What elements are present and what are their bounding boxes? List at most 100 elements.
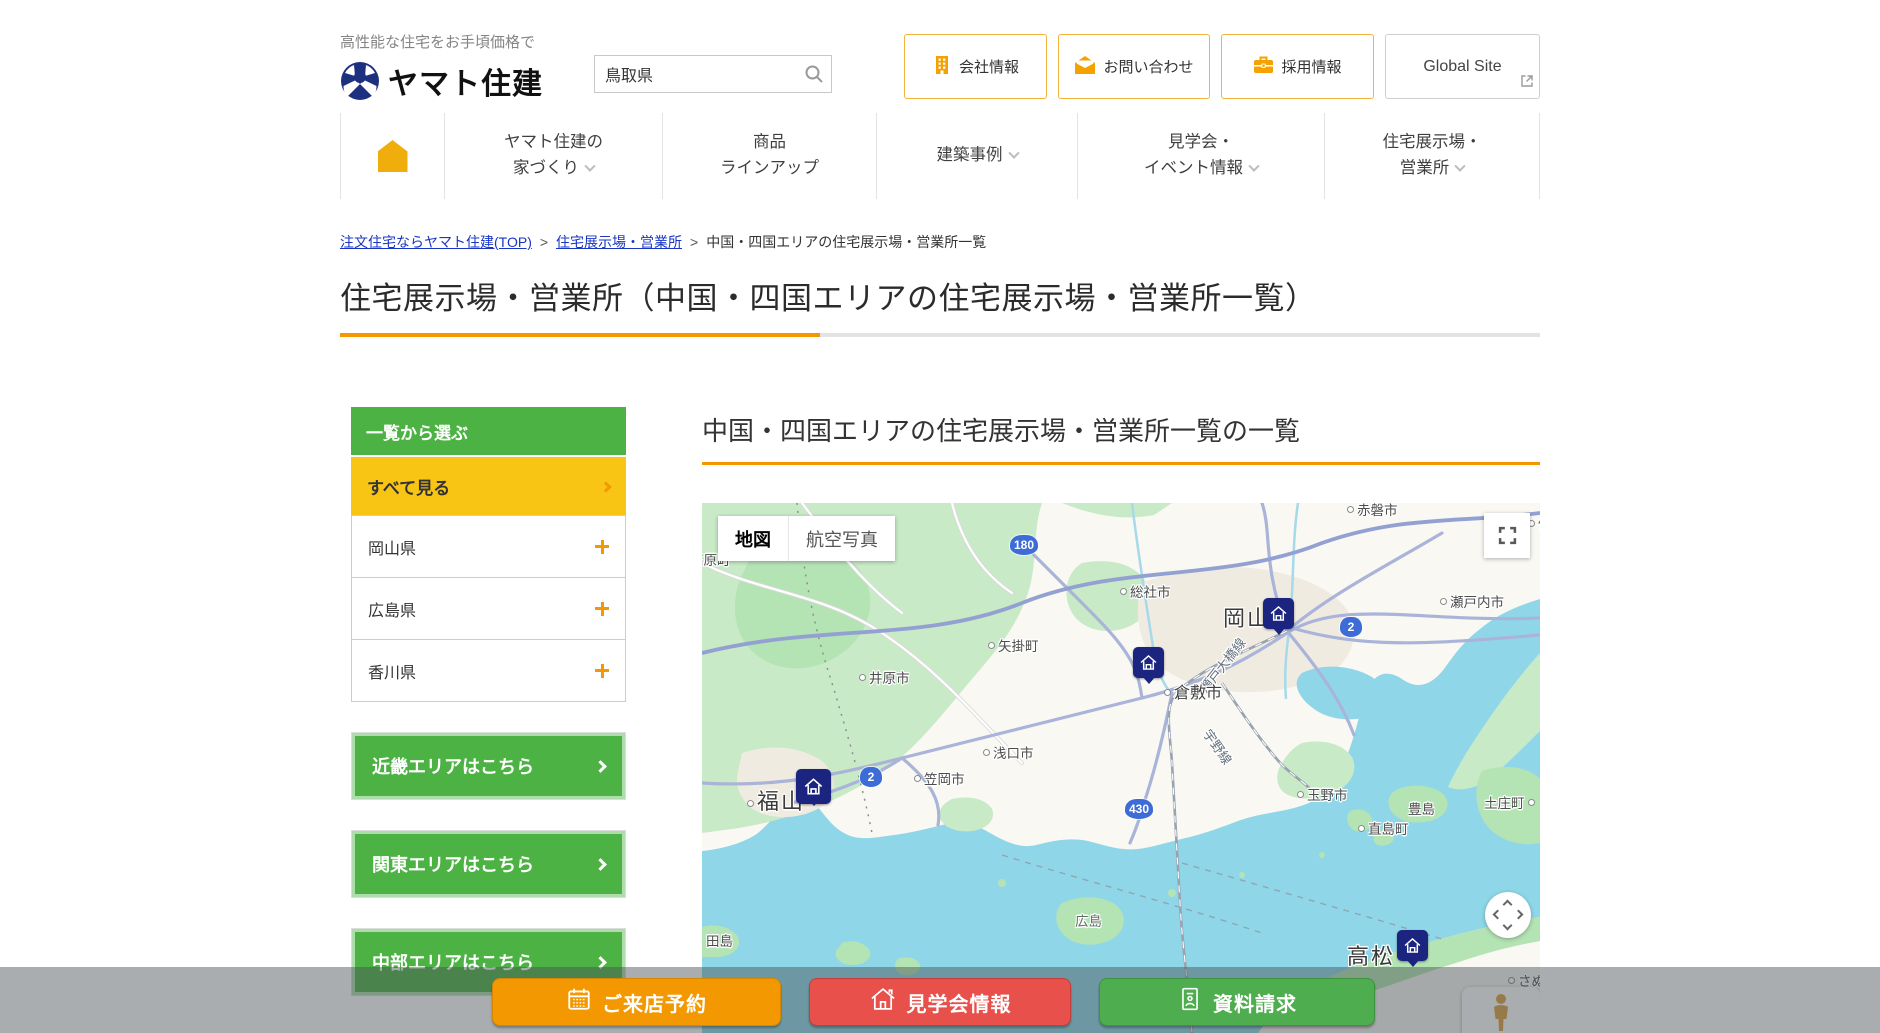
contact-button[interactable]: お問い合わせ	[1058, 34, 1210, 99]
brand-tagline: 高性能な住宅をお手頃価格で	[340, 31, 594, 52]
search-icon[interactable]	[803, 63, 825, 90]
logo-text: ヤマト住建	[388, 59, 543, 103]
pan-control[interactable]	[1485, 892, 1531, 938]
route-shield: 430	[1125, 799, 1153, 819]
prefecture-label: 岡山県	[368, 535, 416, 559]
mail-icon	[1074, 55, 1096, 79]
company-info-button[interactable]: 会社情報	[904, 34, 1047, 99]
route-shield: 2	[1340, 617, 1362, 637]
chevron-down-icon	[1008, 148, 1019, 159]
sidebar-item-kagawa[interactable]: 香川県	[351, 639, 626, 702]
map-label-kurashiki: 倉敷市	[1164, 679, 1222, 703]
area-link-label: 関東エリアはこちら	[372, 851, 534, 877]
fullscreen-button[interactable]	[1484, 513, 1530, 558]
plus-icon	[595, 540, 609, 554]
sidebar-item-okayama[interactable]: 岡山県	[351, 515, 626, 578]
section-heading: 中国・四国エリアの住宅展示場・営業所一覧の一覧	[702, 411, 1540, 465]
nav-tenjijo[interactable]: 住宅展示場・ 営業所	[1324, 113, 1540, 199]
pan-left-icon	[1493, 910, 1503, 920]
sidebar-header: 一覧から選ぶ	[351, 407, 626, 455]
map-label: 笠岡市	[914, 768, 965, 788]
nav-jirei[interactable]: 建築事例	[876, 113, 1077, 199]
breadcrumb-separator: >	[690, 234, 698, 250]
chevron-down-icon	[584, 161, 595, 172]
briefcase-icon	[1253, 55, 1274, 78]
title-underline	[340, 333, 1540, 337]
route-shield: 180	[1010, 535, 1038, 555]
area-link-kinki[interactable]: 近畿エリアはこちら	[351, 732, 626, 800]
area-link-label: 近畿エリアはこちら	[372, 753, 534, 779]
map-type-satellite-button[interactable]: 航空写真	[788, 516, 895, 561]
pan-down-icon	[1503, 921, 1513, 931]
chevron-right-icon	[594, 760, 607, 773]
breadcrumb-tenjijo-link[interactable]: 住宅展示場・営業所	[556, 234, 682, 250]
prefecture-label: 広島県	[368, 597, 416, 621]
building-icon	[932, 55, 952, 79]
map-marker-takamatsu[interactable]	[1397, 930, 1428, 961]
event-info-button[interactable]: 見学会情報	[809, 978, 1071, 1026]
nav-jirei-label: 建築事例	[937, 146, 1003, 164]
search-input[interactable]	[594, 55, 832, 93]
breadcrumb-current: 中国・四国エリアの住宅展示場・営業所一覧	[706, 234, 986, 250]
map-label: 土庄町	[1484, 792, 1535, 812]
global-site-button[interactable]: Global Site	[1385, 34, 1540, 99]
contact-label: お問い合わせ	[1103, 56, 1193, 77]
nav-lineup[interactable]: 商品 ラインアップ	[662, 113, 876, 199]
map-label: 赤磐市	[1347, 503, 1398, 519]
nav-lineup-label: 商品 ラインアップ	[720, 133, 819, 177]
search-box	[594, 55, 832, 93]
main-content: 中国・四国エリアの住宅展示場・営業所一覧の一覧	[702, 407, 1540, 1033]
event-info-label: 見学会情報	[907, 988, 1012, 1017]
document-request-button[interactable]: 資料請求	[1099, 978, 1375, 1026]
map-label: 田島	[706, 930, 733, 950]
map-type-map-button[interactable]: 地図	[718, 516, 788, 561]
nav-home[interactable]	[340, 113, 444, 199]
sidebar-view-all[interactable]: すべて見る	[351, 457, 626, 516]
visit-reservation-label: ご来店予約	[602, 988, 707, 1017]
map-label: 浅口市	[983, 742, 1034, 762]
content: 一覧から選ぶ すべて見る 岡山県 広島県 香川県 近畿エリアはこちら 関東エリア…	[340, 407, 1540, 1033]
recruit-button[interactable]: 採用情報	[1221, 34, 1374, 99]
breadcrumb-top-link[interactable]: 注文住宅ならヤマト住建(TOP)	[340, 234, 532, 250]
header-buttons: 会社情報 お問い合わせ 採用情報	[904, 34, 1540, 99]
yamato-logo-icon	[340, 61, 380, 101]
brand[interactable]: 高性能な住宅をお手頃価格で ヤマト住建	[340, 31, 594, 103]
chevron-right-icon	[600, 481, 611, 492]
visit-reservation-button[interactable]: ご来店予約	[492, 978, 781, 1026]
chevron-right-icon	[594, 858, 607, 871]
company-info-label: 会社情報	[959, 56, 1019, 77]
global-site-label: Global Site	[1423, 58, 1501, 76]
nav-event[interactable]: 見学会・ イベント情報	[1077, 113, 1324, 199]
page-title: 住宅展示場・営業所（中国・四国エリアの住宅展示場・営業所一覧）	[340, 273, 1540, 318]
map-label: 矢掛町	[988, 635, 1039, 655]
nav-iezukuri[interactable]: ヤマト住建の 家づくり	[444, 113, 662, 199]
plus-icon	[595, 664, 609, 678]
document-request-label: 資料請求	[1213, 988, 1297, 1017]
view-all-label: すべて見る	[367, 474, 450, 499]
main-nav: ヤマト住建の 家づくり 商品 ラインアップ 建築事例 見学会・ イベント情報 住…	[340, 113, 1540, 199]
map-label: 直島町	[1358, 818, 1409, 838]
area-link-kanto[interactable]: 関東エリアはこちら	[351, 830, 626, 898]
chevron-down-icon	[1455, 161, 1466, 172]
bottom-action-bar: ご来店予約 見学会情報 資料請求	[0, 967, 1880, 1033]
house-icon	[869, 985, 897, 1019]
map-label: 瀬戸内市	[1440, 591, 1504, 611]
map-label: 豊島	[1408, 798, 1435, 818]
map-marker-kurashiki[interactable]	[1133, 647, 1164, 678]
map-marker-okayama[interactable]	[1263, 598, 1294, 629]
sidebar-item-hiroshima[interactable]: 広島県	[351, 577, 626, 640]
map-label: 総社市	[1120, 581, 1171, 601]
map-type-control: 地図 航空写真	[718, 516, 895, 561]
breadcrumb: 注文住宅ならヤマト住建(TOP)>住宅展示場・営業所>中国・四国エリアの住宅展示…	[340, 232, 1540, 252]
map-marker-fukuyama[interactable]	[796, 769, 831, 804]
prefecture-label: 香川県	[368, 659, 416, 683]
nav-event-label: 見学会・ イベント情報	[1144, 133, 1243, 177]
pan-up-icon	[1503, 900, 1513, 910]
google-map[interactable]: 赤磐市 備 高原町 総社市 瀬戸内市 岡山市 矢掛町 井原市 倉敷市 浅口市 笠…	[702, 503, 1540, 1033]
external-link-icon	[1521, 74, 1533, 92]
map-label: 広島	[1075, 910, 1102, 930]
route-shield: 2	[860, 767, 882, 787]
nav-tenjijo-label: 住宅展示場・ 営業所	[1383, 133, 1482, 177]
header: 高性能な住宅をお手頃価格で ヤマト住建	[340, 0, 1540, 113]
plus-icon	[595, 602, 609, 616]
